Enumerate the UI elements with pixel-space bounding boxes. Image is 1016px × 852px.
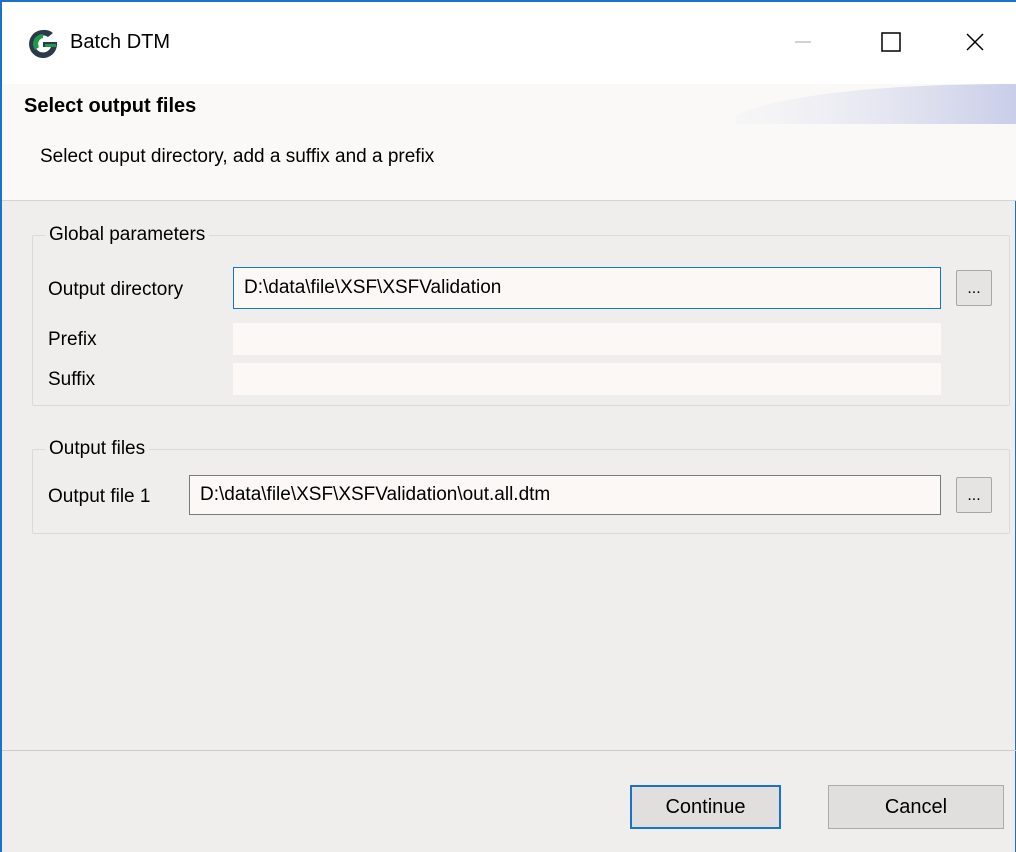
title-bar[interactable]: Batch DTM: [2, 2, 1016, 84]
output-directory-field[interactable]: D:\data\file\XSF\XSFValidation: [233, 267, 941, 309]
suffix-field[interactable]: [233, 363, 941, 395]
prefix-label: Prefix: [48, 329, 97, 350]
maximize-button[interactable]: [868, 22, 914, 62]
output-file-1-field[interactable]: D:\data\file\XSF\XSFValidation\out.all.d…: [189, 475, 941, 515]
footer-divider: [2, 750, 1016, 751]
dialog-window: Batch DTM Select output files Select oup…: [0, 0, 1016, 852]
window-title: Batch DTM: [70, 31, 171, 53]
output-file-1-label: Output file 1: [48, 486, 151, 507]
global-parameters-legend: Global parameters: [49, 224, 206, 245]
suffix-label: Suffix: [48, 369, 96, 390]
g-logo-icon: [29, 29, 57, 58]
maximize-icon: [881, 32, 901, 52]
output-files-legend: Output files: [49, 438, 146, 459]
continue-button[interactable]: Continue: [630, 785, 781, 829]
output-directory-browse-button[interactable]: ...: [956, 270, 992, 306]
minimize-icon: [795, 41, 811, 43]
output-directory-label: Output directory: [48, 279, 184, 300]
output-file-1-browse-button[interactable]: ...: [956, 477, 992, 513]
page-title: Select output files: [24, 95, 197, 117]
wizard-header: Select output files Select ouput directo…: [2, 84, 1016, 201]
header-banner-graphic: [736, 84, 1016, 124]
close-button[interactable]: [952, 22, 998, 62]
close-icon: [966, 33, 984, 51]
minimize-button[interactable]: [780, 22, 826, 62]
cancel-button[interactable]: Cancel: [828, 785, 1004, 829]
page-subtitle: Select ouput directory, add a suffix and…: [40, 146, 435, 167]
prefix-field[interactable]: [233, 323, 941, 355]
